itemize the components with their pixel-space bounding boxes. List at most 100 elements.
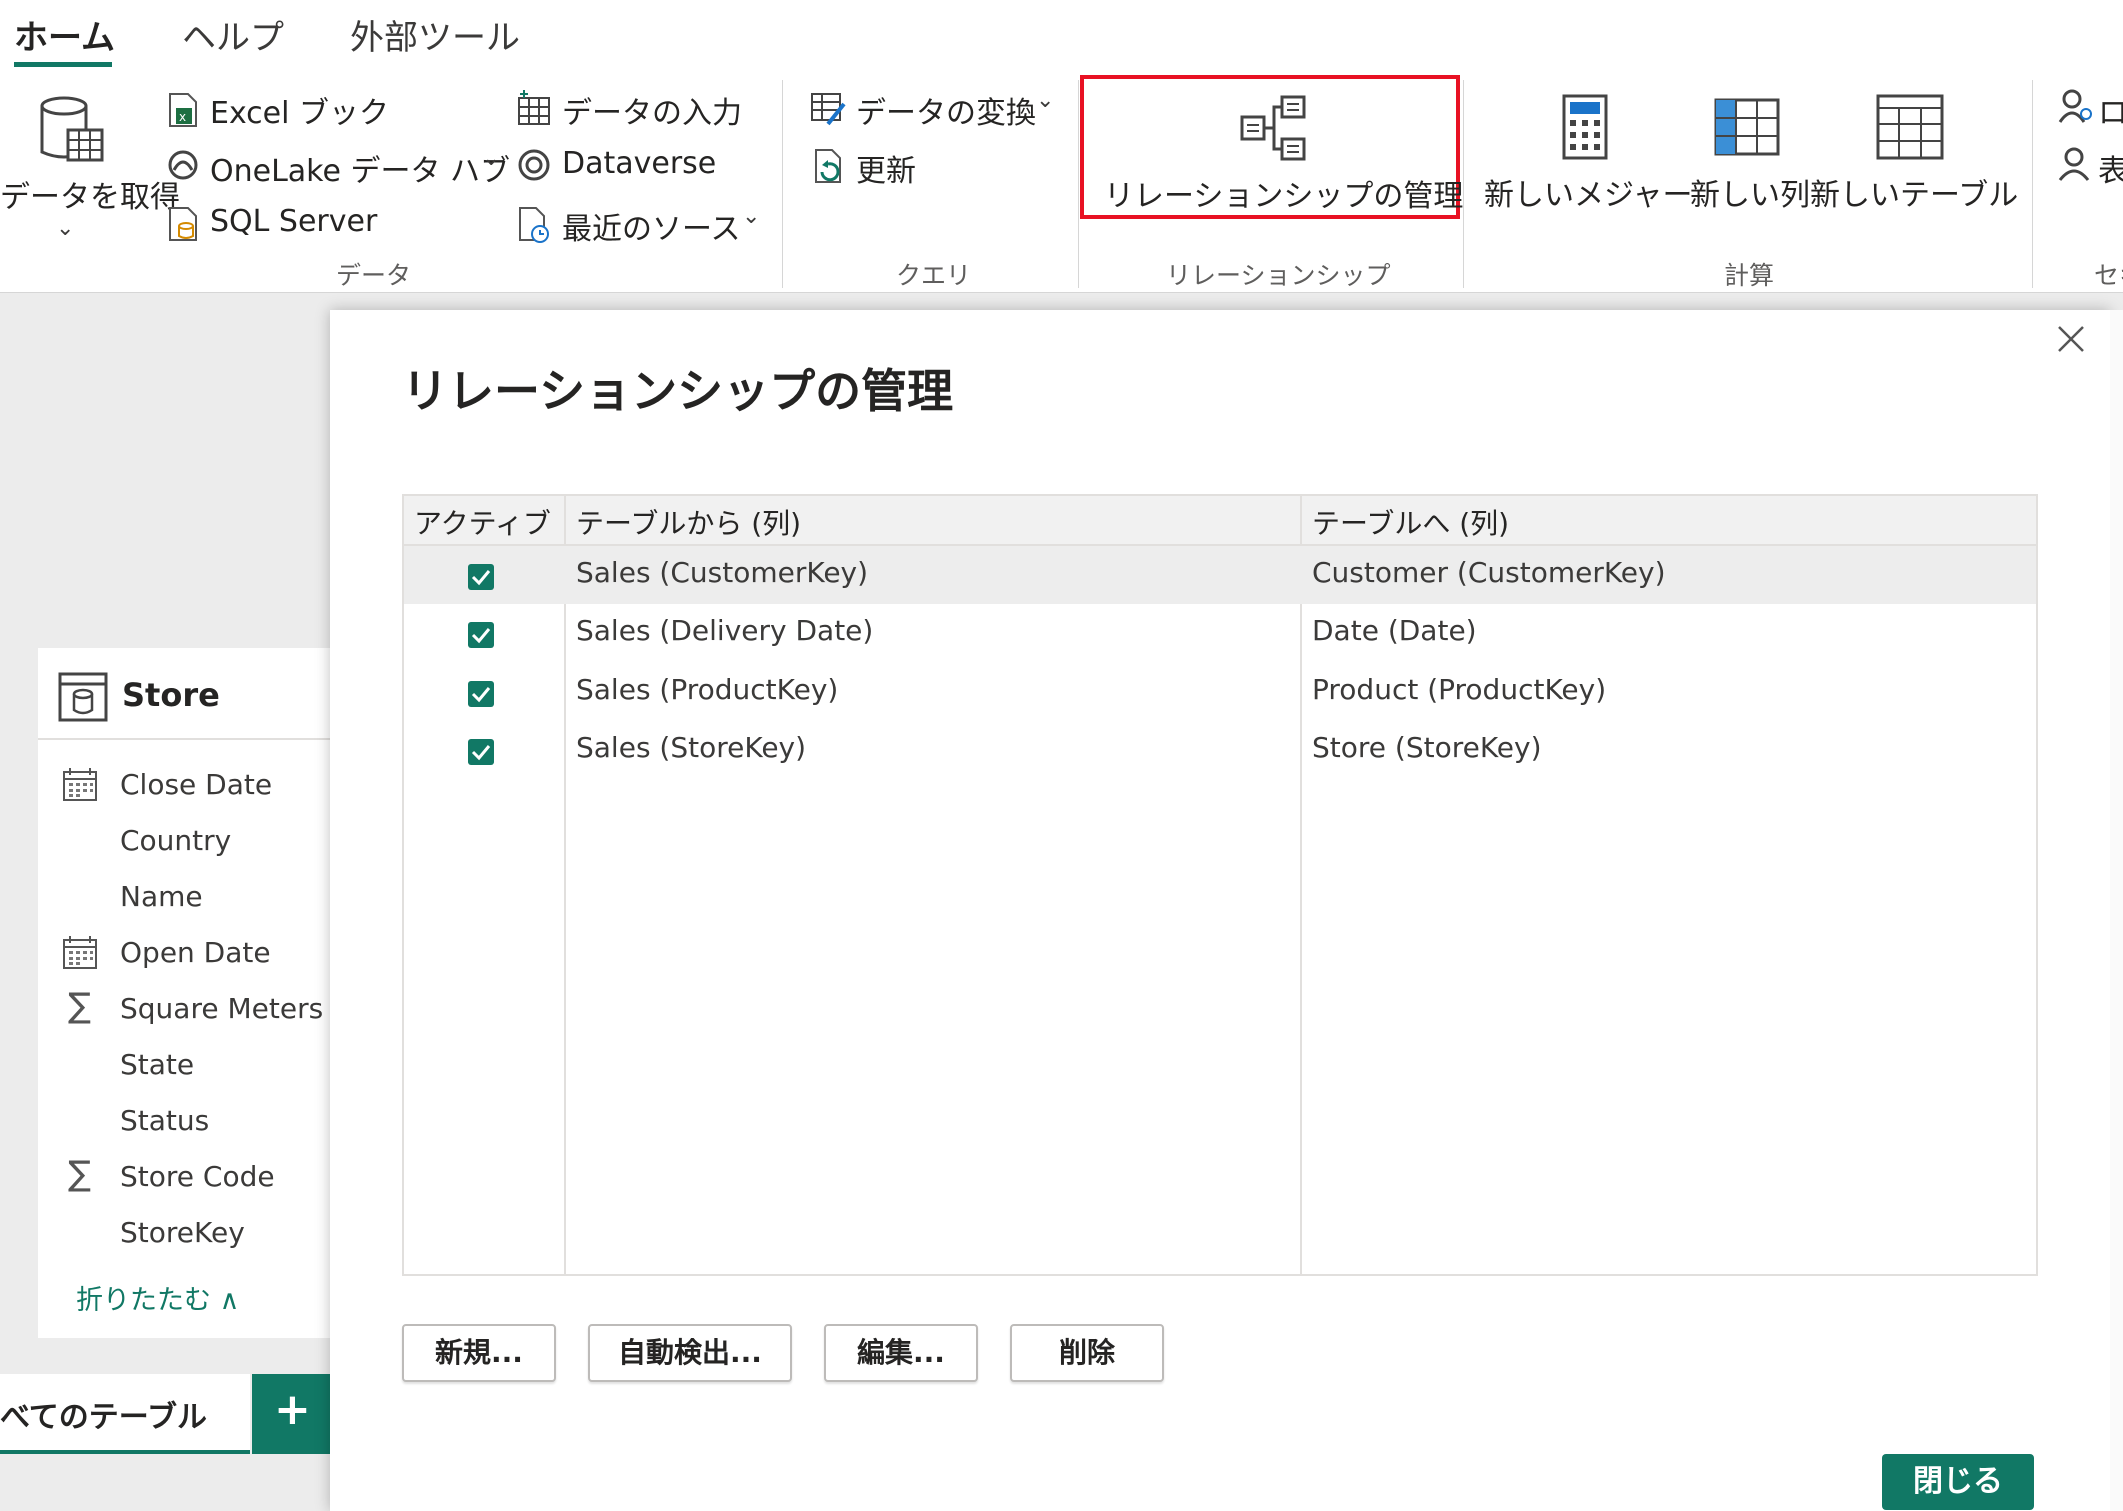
table-name: Store bbox=[122, 676, 220, 714]
new-column-button[interactable]: 新しい列 bbox=[1690, 92, 1810, 213]
edit-button[interactable]: 編集... bbox=[824, 1324, 978, 1382]
bottom-tab-bar: べてのテーブル + bbox=[0, 1374, 330, 1454]
onelake-icon bbox=[168, 150, 198, 180]
close-button[interactable]: 閉じる bbox=[1882, 1454, 2034, 1510]
table-add-icon bbox=[518, 90, 550, 125]
relationship-icon bbox=[1240, 95, 1306, 161]
svg-text:x: x bbox=[179, 110, 186, 124]
group-label-query: クエリ bbox=[896, 261, 972, 290]
tab-all-tables-label: べてのテーブル bbox=[0, 1400, 207, 1435]
field-item[interactable]: Name bbox=[120, 880, 203, 913]
table-icon bbox=[58, 672, 108, 722]
field-item[interactable]: Status bbox=[120, 1104, 209, 1137]
get-data-button[interactable]: データを取得 ⌄ bbox=[0, 92, 180, 252]
to-cell: Store (StoreKey) bbox=[1312, 731, 1542, 764]
onelake-label: OneLake データ ハブ bbox=[210, 154, 511, 189]
add-layout-button[interactable]: + bbox=[252, 1374, 330, 1454]
from-cell: Sales (ProductKey) bbox=[576, 673, 839, 706]
chevron-down-icon: ⌄ bbox=[56, 216, 75, 241]
transform-data-label: データの変換 bbox=[856, 96, 1036, 131]
divider bbox=[38, 738, 330, 740]
sql-server-icon bbox=[169, 207, 197, 241]
field-item[interactable]: Close Date bbox=[120, 768, 272, 801]
new-measure-label: 新しいメジャー bbox=[1484, 178, 1693, 213]
calculator-icon bbox=[1562, 94, 1608, 160]
autodetect-button[interactable]: 自動検出... bbox=[588, 1324, 792, 1382]
column-header-from[interactable]: テーブルから (列) bbox=[566, 496, 1300, 546]
close-icon[interactable] bbox=[2056, 324, 2086, 354]
excel-label: Excel ブック bbox=[210, 96, 390, 131]
new-button[interactable]: 新規... bbox=[402, 1324, 556, 1382]
group-divider bbox=[782, 80, 783, 288]
manage-relationships-dialog: リレーションシップの管理 アクティブ テーブルから (列) テーブルへ (列) … bbox=[330, 310, 2110, 1511]
field-item[interactable]: Square Meters bbox=[120, 992, 323, 1025]
to-cell: Product (ProductKey) bbox=[1312, 673, 1607, 706]
group-label-data: データ bbox=[336, 261, 412, 290]
group-label-security: セキ bbox=[2094, 261, 2123, 290]
manage-roles-label: ロ bbox=[2098, 96, 2123, 131]
field-item[interactable]: Open Date bbox=[120, 936, 271, 969]
sigma-icon: ∑ bbox=[68, 986, 91, 1026]
new-table-icon bbox=[1876, 94, 1944, 160]
group-label-relationships: リレーションシップ bbox=[1166, 261, 1391, 290]
active-tab-indicator bbox=[14, 62, 112, 67]
checkmark-icon bbox=[471, 687, 491, 703]
enter-data-label: データの入力 bbox=[562, 96, 742, 131]
database-icon bbox=[40, 96, 104, 162]
sql-server-label: SQL Server bbox=[210, 204, 378, 239]
calendar-icon bbox=[63, 768, 97, 801]
field-item[interactable]: State bbox=[120, 1048, 194, 1081]
field-item[interactable]: Country bbox=[120, 824, 231, 857]
to-cell: Date (Date) bbox=[1312, 614, 1477, 647]
role-icon bbox=[2058, 89, 2092, 123]
transform-data-icon bbox=[811, 93, 846, 126]
recent-sources-label: 最近のソース bbox=[562, 212, 741, 247]
from-cell: Sales (CustomerKey) bbox=[576, 556, 869, 589]
dialog-title: リレーションシップの管理 bbox=[402, 364, 954, 418]
column-header-active[interactable]: アクティブ bbox=[404, 496, 564, 546]
group-divider bbox=[2032, 80, 2033, 288]
tab-help[interactable]: ヘルプ bbox=[182, 10, 284, 59]
manage-relationships-button[interactable]: リレーションシップの管理 bbox=[1080, 75, 1463, 219]
new-table-label: 新しいテーブル bbox=[1810, 178, 2019, 213]
to-cell: Customer (CustomerKey) bbox=[1312, 556, 1666, 589]
dataverse-label: Dataverse bbox=[562, 146, 717, 181]
group-label-calculations: 計算 bbox=[1724, 261, 1775, 290]
tab-all-tables[interactable]: べてのテーブル bbox=[0, 1374, 250, 1454]
view-as-label: 表 bbox=[2098, 154, 2123, 189]
collapse-link[interactable]: 折りたたむ ∧ bbox=[76, 1278, 239, 1317]
field-item[interactable]: StoreKey bbox=[120, 1216, 245, 1249]
new-column-icon bbox=[1714, 98, 1780, 156]
new-measure-button[interactable]: 新しいメジャー bbox=[1484, 92, 1693, 213]
calendar-icon bbox=[63, 936, 97, 969]
table-card-store[interactable]: Store Close Date Country Name Open Date … bbox=[38, 648, 330, 1338]
new-column-label: 新しい列 bbox=[1690, 178, 1810, 213]
ribbon: ホーム ヘルプ 外部ツール データを取得 ⌄ x Excel ブック OneLa… bbox=[0, 0, 2123, 293]
right-pane-edge bbox=[2110, 310, 2123, 1511]
view-as-icon bbox=[2058, 147, 2090, 181]
from-cell: Sales (Delivery Date) bbox=[576, 614, 874, 647]
group-divider bbox=[1463, 80, 1464, 288]
active-checkbox[interactable] bbox=[468, 739, 494, 765]
tab-home[interactable]: ホーム bbox=[14, 10, 115, 59]
checkmark-icon bbox=[471, 745, 491, 761]
field-item[interactable]: Store Code bbox=[120, 1160, 275, 1193]
checkmark-icon bbox=[471, 628, 491, 644]
active-checkbox[interactable] bbox=[468, 681, 494, 707]
chevron-down-icon: ⌄ bbox=[1036, 88, 1055, 113]
tab-external-tools[interactable]: 外部ツール bbox=[350, 10, 520, 59]
refresh-label: 更新 bbox=[856, 154, 916, 189]
new-table-button[interactable]: 新しいテーブル bbox=[1810, 92, 2018, 213]
column-header-to[interactable]: テーブルへ (列) bbox=[1302, 496, 2036, 546]
chevron-down-icon: ⌄ bbox=[742, 204, 761, 229]
excel-icon: x bbox=[169, 93, 197, 127]
group-divider bbox=[1078, 80, 1079, 288]
active-checkbox[interactable] bbox=[468, 622, 494, 648]
sigma-icon: ∑ bbox=[68, 1154, 91, 1194]
active-checkbox[interactable] bbox=[468, 564, 494, 590]
get-data-label: データを取得 bbox=[0, 180, 180, 215]
chevron-down-icon: ⌄ bbox=[482, 146, 501, 171]
from-cell: Sales (StoreKey) bbox=[576, 731, 807, 764]
delete-button[interactable]: 削除 bbox=[1010, 1324, 1164, 1382]
relationships-table: アクティブ テーブルから (列) テーブルへ (列) Sales (Custom… bbox=[402, 494, 2038, 1276]
